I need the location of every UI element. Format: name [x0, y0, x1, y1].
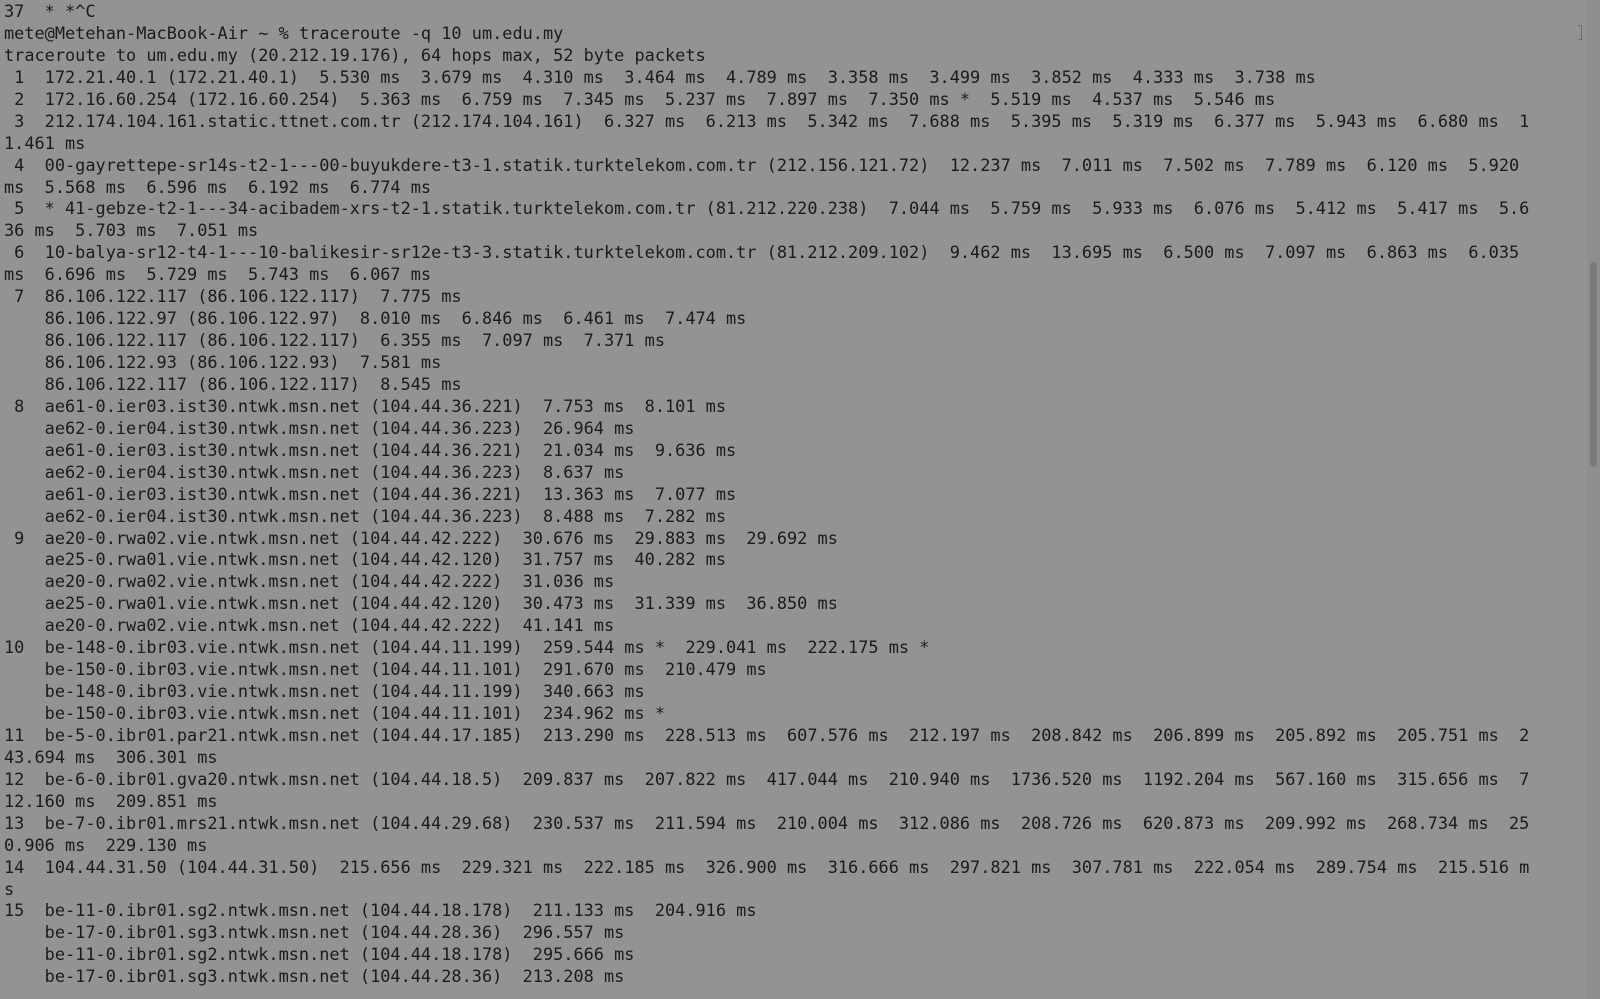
- terminal-line: mete@Metehan-MacBook-Air ~ % traceroute …: [4, 22, 564, 43]
- terminal-line: be-17-0.ibr01.sg3.ntwk.msn.net (104.44.2…: [4, 922, 625, 943]
- terminal-line: 3 212.174.104.161.static.ttnet.com.tr (2…: [4, 110, 1530, 131]
- terminal-line: ae25-0.rwa01.vie.ntwk.msn.net (104.44.42…: [4, 593, 838, 614]
- terminal-line: 4 00-gayrettepe-sr14s-t2-1---00-buyukder…: [4, 154, 1520, 175]
- terminal-output[interactable]: 37 * *^C mete@Metehan-MacBook-Air ~ % tra…: [4, 1, 1584, 988]
- line-marker-icon: [1578, 25, 1582, 40]
- terminal-line: 13 be-7-0.ibr01.mrs21.ntwk.msn.net (104.…: [4, 812, 1530, 833]
- terminal-line: 7 86.106.122.117 (86.106.122.117) 7.775 …: [4, 286, 462, 307]
- terminal-line: be-150-0.ibr03.vie.ntwk.msn.net (104.44.…: [4, 703, 665, 723]
- scrollbar-thumb[interactable]: [1590, 262, 1597, 467]
- terminal-line: 9 ae20-0.rwa02.vie.ntwk.msn.net (104.44.…: [4, 527, 838, 548]
- terminal-line: be-150-0.ibr03.vie.ntwk.msn.net (104.44.…: [4, 659, 767, 680]
- terminal-line: 15 be-11-0.ibr01.sg2.ntwk.msn.net (104.4…: [4, 900, 757, 921]
- terminal-line: 86.106.122.117 (86.106.122.117) 6.355 ms…: [4, 330, 665, 351]
- terminal-line: 6 10-balya-sr12-t4-1---10-balikesir-sr12…: [4, 242, 1520, 263]
- terminal-line: ae62-0.ier04.ist30.ntwk.msn.net (104.44.…: [4, 505, 727, 526]
- terminal-line: 8 ae61-0.ier03.ist30.ntwk.msn.net (104.4…: [4, 395, 727, 416]
- terminal-line: ae62-0.ier04.ist30.ntwk.msn.net (104.44.…: [4, 461, 625, 482]
- terminal-line: 11 be-5-0.ibr01.par21.ntwk.msn.net (104.…: [4, 724, 1530, 745]
- terminal-line: 2 172.16.60.254 (172.16.60.254) 5.363 ms…: [4, 88, 1276, 109]
- terminal-line: be-148-0.ibr03.vie.ntwk.msn.net (104.44.…: [4, 681, 645, 702]
- terminal-line: ae20-0.rwa02.vie.ntwk.msn.net (104.44.42…: [4, 571, 615, 592]
- terminal-line: s: [4, 878, 15, 899]
- terminal-line: 1 172.21.40.1 (172.21.40.1) 5.530 ms 3.6…: [4, 66, 1316, 87]
- terminal-line: 10 be-148-0.ibr03.vie.ntwk.msn.net (104.…: [4, 637, 930, 658]
- terminal-line: 0.906 ms 229.130 ms: [4, 834, 208, 855]
- terminal-line: 14 104.44.31.50 (104.44.31.50) 215.656 m…: [4, 856, 1530, 877]
- terminal-line: ae61-0.ier03.ist30.ntwk.msn.net (104.44.…: [4, 439, 737, 460]
- terminal-line: ae20-0.rwa02.vie.ntwk.msn.net (104.44.42…: [4, 615, 615, 636]
- terminal-line: 1.461 ms: [4, 132, 86, 153]
- terminal-line: 12 be-6-0.ibr01.gva20.ntwk.msn.net (104.…: [4, 768, 1530, 789]
- terminal-window[interactable]: 37 * *^C mete@Metehan-MacBook-Air ~ % tra…: [0, 0, 1600, 999]
- terminal-line: ae62-0.ier04.ist30.ntwk.msn.net (104.44.…: [4, 417, 635, 438]
- terminal-line: 37 * *^C: [4, 1, 96, 21]
- terminal-line: ae61-0.ier03.ist30.ntwk.msn.net (104.44.…: [4, 483, 737, 504]
- terminal-line: be-11-0.ibr01.sg2.ntwk.msn.net (104.44.1…: [4, 944, 635, 965]
- terminal-line: ms 5.568 ms 6.596 ms 6.192 ms 6.774 ms: [4, 176, 432, 197]
- terminal-line: traceroute to um.edu.my (20.212.19.176),…: [4, 44, 706, 65]
- terminal-line: 5 * 41-gebze-t2-1---34-acibadem-xrs-t2-1…: [4, 198, 1530, 219]
- terminal-line: 86.106.122.93 (86.106.122.93) 7.581 ms: [4, 352, 442, 372]
- terminal-line: 12.160 ms 209.851 ms: [4, 790, 218, 811]
- terminal-line: 43.694 ms 306.301 ms: [4, 746, 218, 767]
- terminal-line: be-17-0.ibr01.sg3.ntwk.msn.net (104.44.2…: [4, 966, 625, 987]
- terminal-line: 86.106.122.97 (86.106.122.97) 8.010 ms 6…: [4, 308, 747, 329]
- vertical-scrollbar[interactable]: [1587, 0, 1600, 999]
- terminal-line: 86.106.122.117 (86.106.122.117) 8.545 ms: [4, 373, 462, 394]
- terminal-line: ms 6.696 ms 5.729 ms 5.743 ms 6.067 ms: [4, 264, 432, 285]
- terminal-line: ae25-0.rwa01.vie.ntwk.msn.net (104.44.42…: [4, 549, 727, 570]
- terminal-line: 36 ms 5.703 ms 7.051 ms: [4, 220, 259, 241]
